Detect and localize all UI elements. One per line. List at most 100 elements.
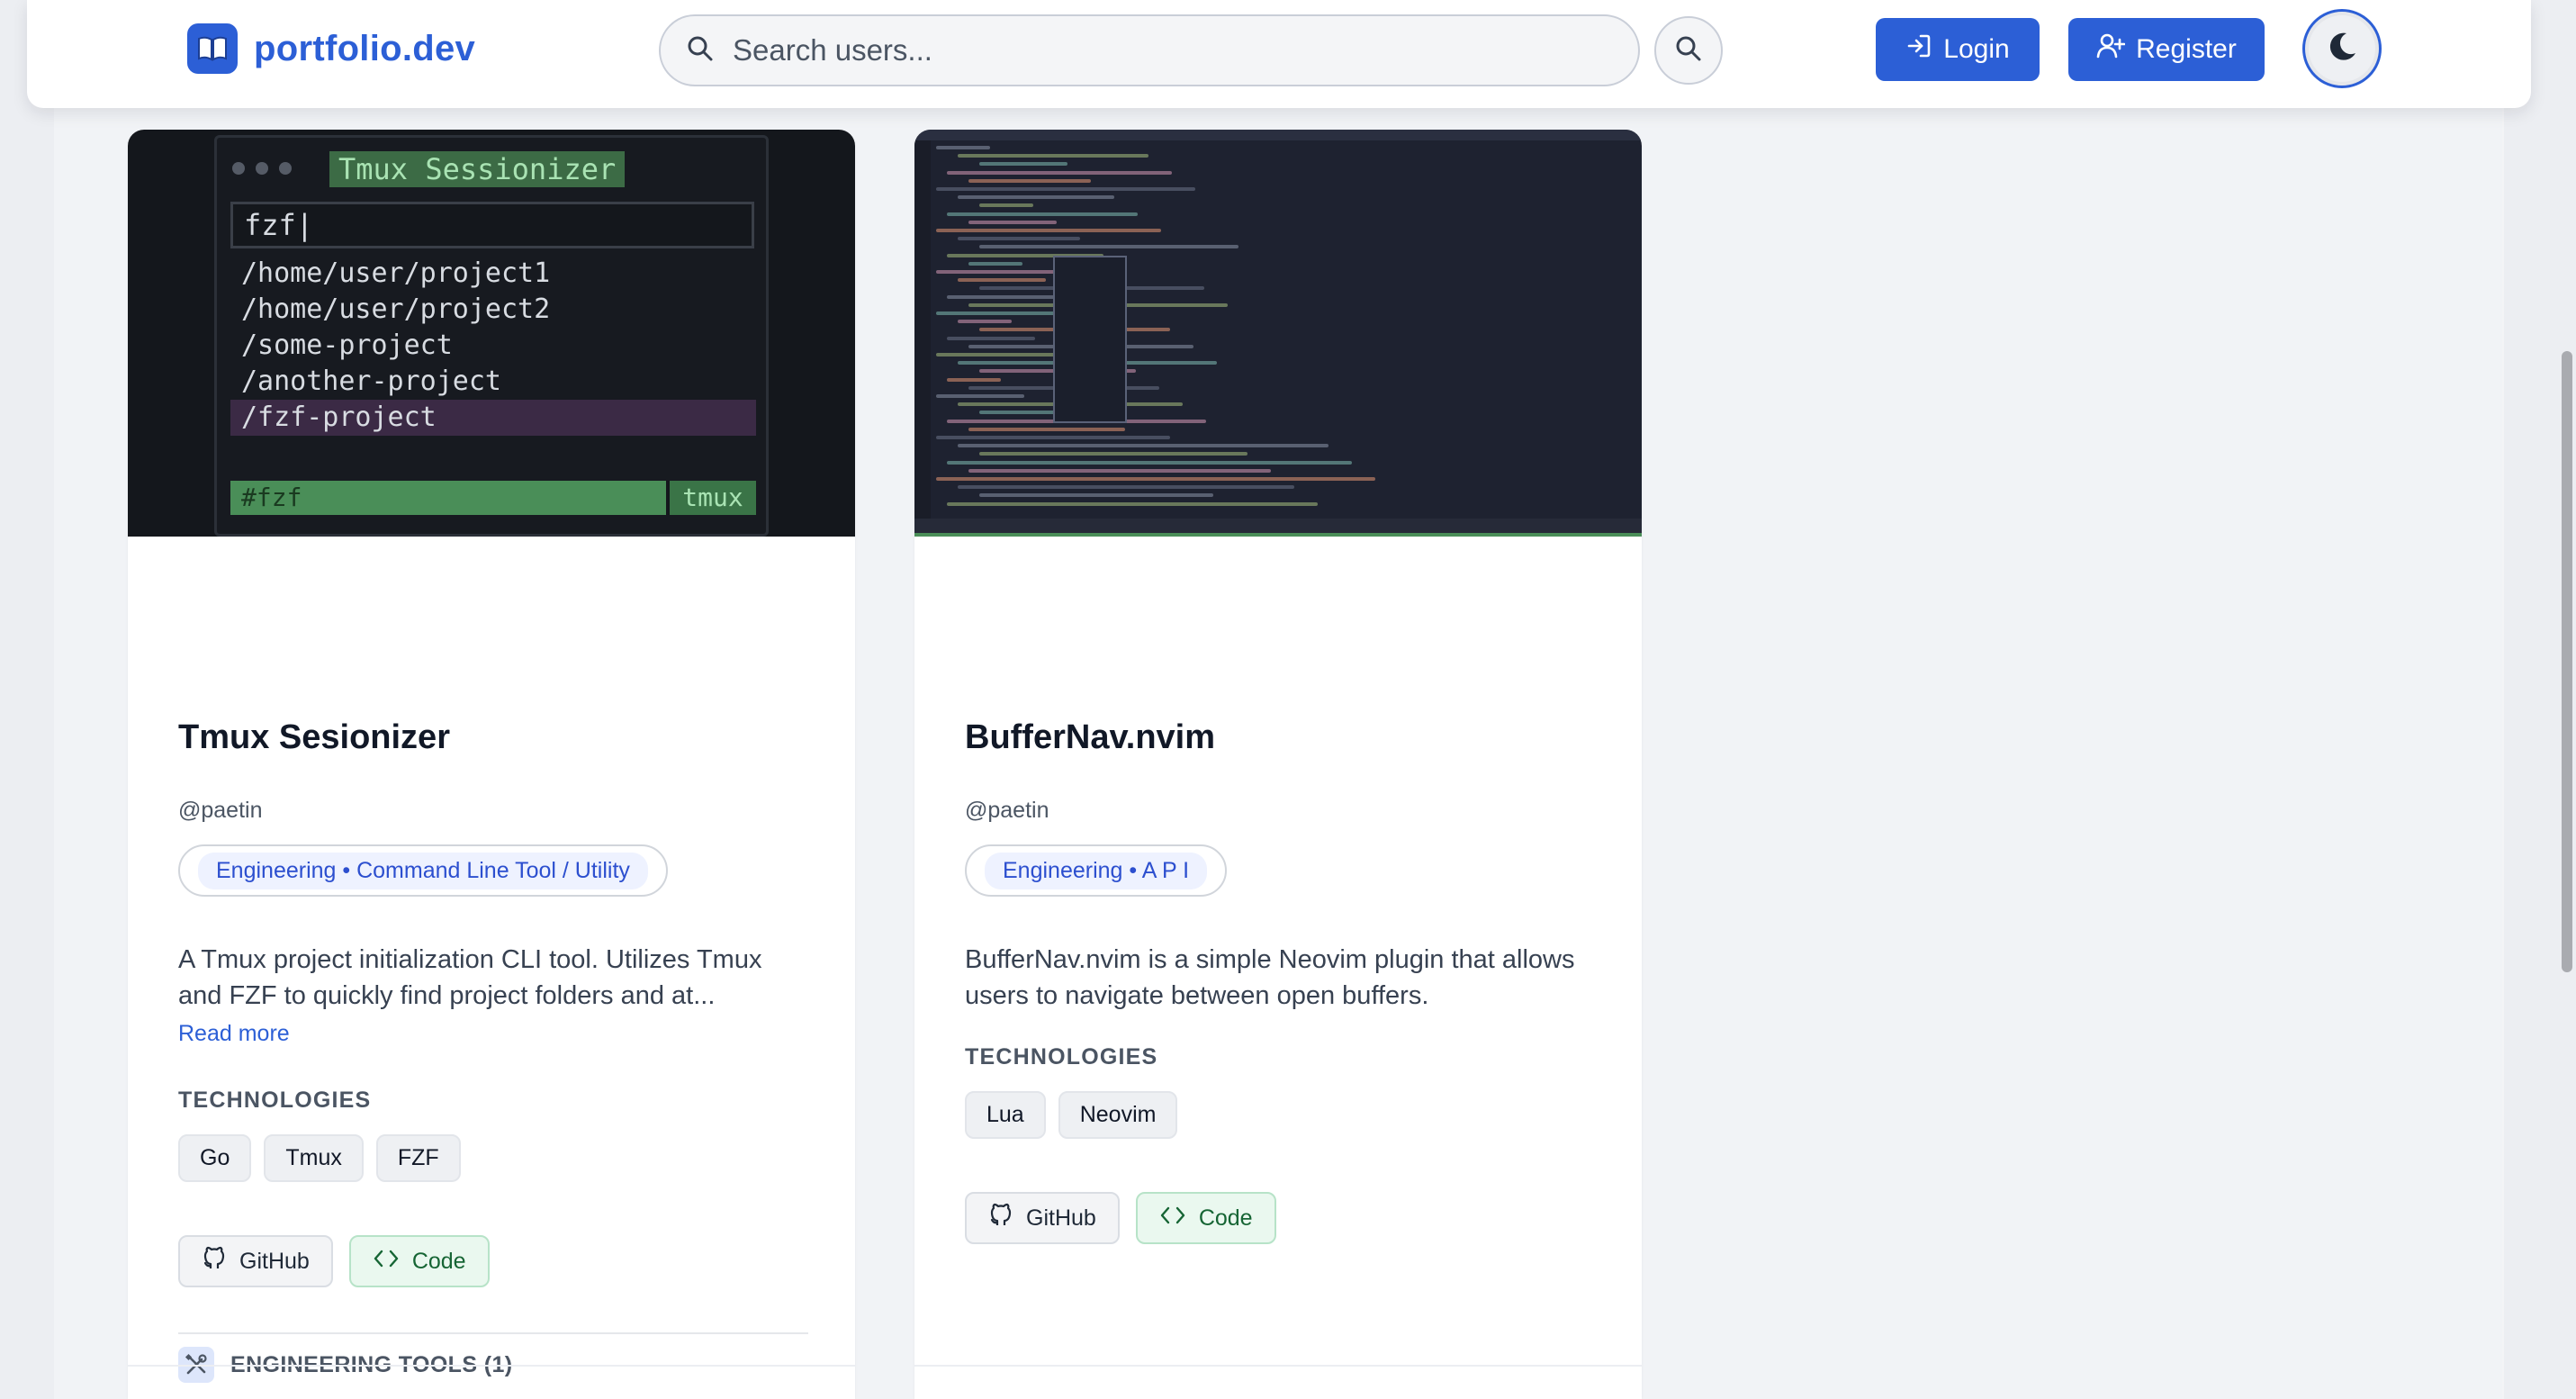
- code-line: [958, 320, 1012, 324]
- code-line: [936, 229, 1161, 232]
- code-label: Code: [411, 1248, 466, 1274]
- code-line: [936, 353, 1058, 357]
- technologies-heading: TECHNOLOGIES: [965, 1044, 1158, 1070]
- theme-toggle-button[interactable]: [2302, 9, 2382, 88]
- code-line: [947, 377, 1001, 382]
- project-description: BufferNav.nvim is a simple Neovim plugin…: [965, 945, 1575, 1010]
- code-line: [936, 146, 990, 149]
- code-line: [979, 203, 1033, 208]
- code-line: [968, 261, 1022, 266]
- editor-floating-window: [1053, 256, 1127, 423]
- read-more-link[interactable]: Read more: [178, 1021, 290, 1047]
- project-author[interactable]: @paetin: [965, 798, 1049, 824]
- register-label: Register: [2136, 34, 2237, 64]
- theme-toggle-inner: [2309, 15, 2375, 82]
- category-badge: Engineering • A P I: [965, 844, 1228, 897]
- code-line: [936, 187, 1195, 191]
- thumbnail-title: Tmux Sessionizer: [329, 151, 626, 187]
- moon-icon: [2325, 30, 2359, 68]
- top-navbar: portfolio.dev Login: [27, 0, 2531, 108]
- project-card-tmux-sesionizer[interactable]: Tmux Sessionizer fzf| /home/user/project…: [128, 130, 855, 1399]
- category-label: Engineering • A P I: [985, 852, 1208, 889]
- tech-chip: Neovim: [1058, 1091, 1178, 1139]
- code-line: [958, 237, 1080, 241]
- code-label: Code: [1198, 1205, 1253, 1231]
- brand-link[interactable]: portfolio.dev: [187, 23, 475, 74]
- thumbnail-statusbar: #fzf tmux: [230, 481, 756, 515]
- editor-statusline-accent: [914, 533, 1642, 537]
- tech-chip: Go: [178, 1134, 252, 1182]
- technologies-list: Go Tmux FZF: [178, 1134, 461, 1182]
- card-footer-divider: [914, 1365, 1642, 1367]
- tech-chip: FZF: [375, 1134, 461, 1182]
- github-label: GitHub: [1026, 1205, 1096, 1231]
- code-line: [936, 394, 1024, 398]
- thumbnail-project-list: /home/user/project1 /home/user/project2 …: [230, 256, 756, 436]
- code-line: [979, 245, 1238, 249]
- code-line: [968, 427, 1125, 431]
- section-divider: [178, 1332, 808, 1334]
- code-button[interactable]: Code: [1135, 1192, 1276, 1244]
- list-item: /some-project: [241, 329, 453, 361]
- code-line: [947, 212, 1138, 216]
- code-line: [936, 436, 1170, 439]
- search-button[interactable]: [1654, 16, 1723, 85]
- tech-chip: Lua: [965, 1091, 1046, 1139]
- log-in-icon: [1905, 32, 1932, 67]
- card-footer-divider: [128, 1365, 855, 1367]
- page-left-margin: [0, 0, 54, 1399]
- login-label: Login: [1943, 34, 2010, 64]
- code-line: [947, 294, 1069, 299]
- technologies-list: Lua Neovim: [965, 1091, 1178, 1139]
- tech-chip: Tmux: [264, 1134, 364, 1182]
- code-line: [968, 220, 1057, 224]
- github-label: GitHub: [239, 1248, 310, 1274]
- code-line: [968, 178, 1091, 183]
- code-line: [979, 452, 1247, 456]
- code-line: [979, 162, 1067, 167]
- project-description: A Tmux project initialization CLI tool. …: [178, 945, 762, 1010]
- status-right: tmux: [666, 481, 756, 515]
- register-button[interactable]: Register: [2068, 18, 2265, 81]
- login-button[interactable]: Login: [1876, 18, 2040, 81]
- project-thumbnail: [914, 130, 1642, 537]
- code-line: [947, 170, 1172, 175]
- search-icon: [686, 34, 715, 68]
- project-author[interactable]: @paetin: [178, 798, 263, 824]
- editor-statusline: [914, 519, 1642, 533]
- code-line: [947, 501, 1318, 506]
- code-line: [947, 460, 1352, 465]
- category-badge: Engineering • Command Line Tool / Utilit…: [178, 844, 668, 897]
- code-button[interactable]: Code: [348, 1235, 490, 1287]
- status-left: #fzf: [241, 483, 302, 512]
- github-icon: [202, 1246, 227, 1277]
- page-scrollbar[interactable]: [2562, 351, 2572, 972]
- category-label: Engineering • Command Line Tool / Utilit…: [198, 852, 648, 889]
- project-title[interactable]: Tmux Sesionizer: [178, 718, 450, 757]
- search-input[interactable]: [733, 33, 1543, 68]
- technologies-heading: TECHNOLOGIES: [178, 1088, 372, 1113]
- user-plus-icon: [2096, 32, 2126, 67]
- code-line: [947, 336, 1035, 340]
- list-item: /another-project: [241, 366, 501, 397]
- github-button[interactable]: GitHub: [178, 1235, 333, 1287]
- code-line: [958, 485, 1294, 490]
- code-line: [958, 444, 1329, 448]
- code-icon: [373, 1248, 400, 1276]
- window-controls: [232, 162, 292, 175]
- code-icon: [1159, 1205, 1186, 1232]
- list-item: /home/user/project2: [241, 293, 551, 325]
- list-item-selected: /fzf-project: [230, 400, 756, 436]
- code-line: [936, 477, 1375, 481]
- editor-tabline: [914, 130, 1642, 140]
- search-bar[interactable]: [659, 14, 1640, 86]
- card-actions: GitHub Code: [178, 1235, 490, 1287]
- project-thumbnail: Tmux Sessionizer fzf| /home/user/project…: [128, 130, 855, 537]
- github-button[interactable]: GitHub: [965, 1192, 1120, 1244]
- code-line: [958, 154, 1148, 158]
- search-icon: [1674, 34, 1703, 68]
- code-line: [968, 468, 1271, 473]
- code-line: [958, 278, 1046, 283]
- project-card-buffernav[interactable]: BufferNav.nvim @paetin Engineering • A P…: [914, 130, 1642, 1399]
- project-title[interactable]: BufferNav.nvim: [965, 718, 1215, 757]
